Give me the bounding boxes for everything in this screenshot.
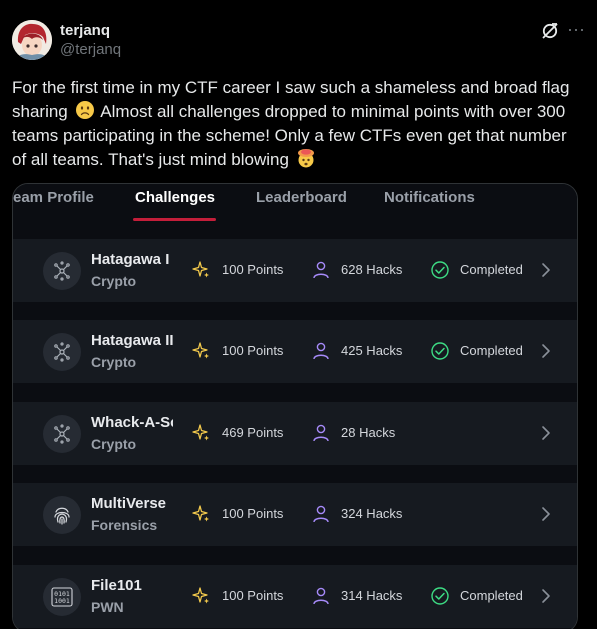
tweet-text-part2: Almost all challenges dropped to minimal…	[12, 102, 567, 169]
fingerprint-icon	[43, 496, 81, 534]
tab-team-profile: eam Profile	[13, 189, 94, 206]
user-icon	[311, 504, 331, 524]
challenge-points: 469 Points	[222, 425, 284, 440]
avatar[interactable]	[12, 20, 52, 60]
user-icon	[311, 260, 331, 280]
challenge-row[interactable]: Whack-A-Scheme Crypto 469 Points 28 Hacks	[13, 402, 577, 465]
challenge-hacks: 425 Hacks	[341, 343, 403, 358]
challenge-hacks: 324 Hacks	[341, 506, 403, 521]
crypto-icon	[43, 415, 81, 453]
chevron-right-icon[interactable]	[539, 588, 553, 604]
challenge-points: 100 Points	[222, 343, 284, 358]
sparkle-icon	[191, 504, 211, 524]
sparkle-icon	[191, 260, 211, 280]
challenge-category: PWN	[91, 599, 124, 615]
user-icon	[311, 586, 331, 606]
author-block: terjanq @terjanq	[60, 22, 121, 60]
user-icon	[311, 341, 331, 361]
slightly-frowning-face-icon	[75, 100, 95, 120]
challenge-name: Hatagawa I	[91, 251, 170, 268]
check-circle-icon	[430, 586, 450, 606]
challenge-name: Hatagawa II	[91, 332, 173, 349]
challenge-points: 100 Points	[222, 506, 284, 521]
tweet-text: For the first time in my CTF career I sa…	[12, 76, 584, 172]
svg-text:1001: 1001	[54, 597, 70, 605]
more-icon[interactable]: ···	[567, 20, 585, 42]
active-tab-underline	[133, 218, 216, 221]
challenge-row[interactable]: MultiVerse Forensics 100 Points 324 Hacks	[13, 483, 577, 546]
tab-notifications: Notifications	[384, 189, 475, 206]
chevron-right-icon[interactable]	[539, 506, 553, 522]
challenge-category: Crypto	[91, 436, 137, 452]
challenge-row[interactable]: Hatagawa II Crypto 100 Points 425 Hacks Comp…	[13, 320, 577, 383]
challenge-name: MultiVerse	[91, 495, 167, 512]
challenge-points: 100 Points	[222, 588, 284, 603]
binary-icon: 0101 1001	[43, 578, 81, 616]
chevron-right-icon[interactable]	[539, 262, 553, 278]
sparkle-icon	[191, 341, 211, 361]
challenge-status: Completed	[460, 262, 523, 277]
challenge-hacks: 628 Hacks	[341, 262, 403, 277]
challenge-category: Crypto	[91, 354, 137, 370]
exploding-head-icon	[296, 148, 316, 168]
crypto-icon	[43, 252, 81, 290]
challenge-name: Whack-A-Scheme	[91, 414, 173, 431]
challenge-points: 100 Points	[222, 262, 284, 277]
chevron-right-icon[interactable]	[539, 343, 553, 359]
challenge-name: File101	[91, 577, 142, 594]
challenge-row[interactable]: 0101 1001 File101 PWN 100 Points 314 Hacks Com…	[13, 565, 577, 628]
check-circle-icon	[430, 341, 450, 361]
challenge-tabs: eam Profile Challenges Leaderboard Notif…	[13, 184, 577, 222]
challenge-status: Completed	[460, 343, 523, 358]
grok-icon[interactable]	[541, 22, 559, 40]
challenge-hacks: 28 Hacks	[341, 425, 396, 440]
user-icon	[311, 423, 331, 443]
challenge-category: Crypto	[91, 273, 137, 289]
author-display-name[interactable]: terjanq	[60, 22, 121, 40]
challenge-category: Forensics	[91, 517, 158, 533]
challenge-hacks: 314 Hacks	[341, 588, 403, 603]
crypto-icon	[43, 333, 81, 371]
challenge-row[interactable]: Hatagawa I Crypto 100 Points 628 Hacks Compl…	[13, 239, 577, 302]
chevron-right-icon[interactable]	[539, 425, 553, 441]
challenge-status: Completed	[460, 588, 523, 603]
post-header: terjanq @terjanq ···	[12, 20, 585, 62]
tweet-media-screenshot[interactable]: eam Profile Challenges Leaderboard Notif…	[12, 183, 578, 629]
check-circle-icon	[430, 260, 450, 280]
tab-challenges: Challenges	[135, 189, 216, 206]
sparkle-icon	[191, 586, 211, 606]
sparkle-icon	[191, 423, 211, 443]
tab-leaderboard: Leaderboard	[256, 189, 347, 206]
author-handle[interactable]: @terjanq	[60, 40, 121, 60]
